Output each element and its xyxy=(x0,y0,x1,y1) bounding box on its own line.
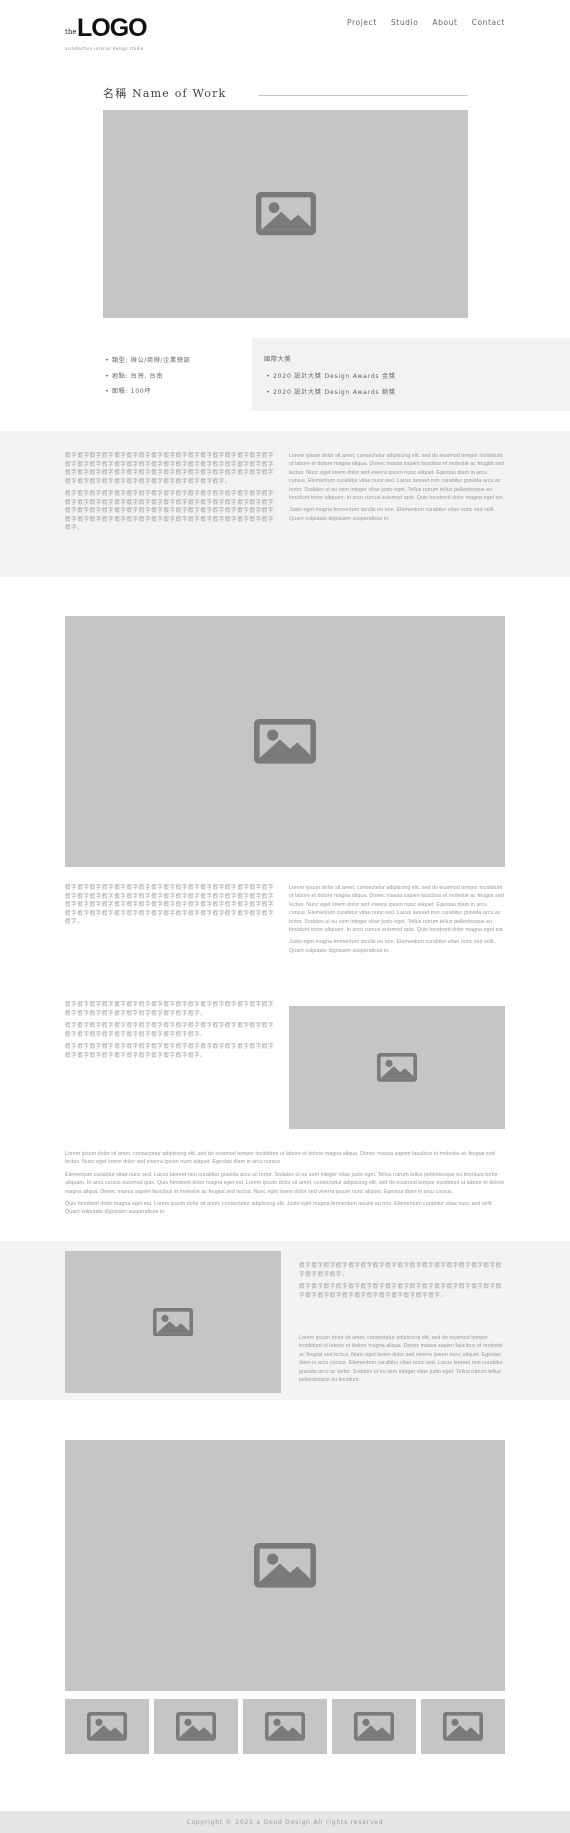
awards-panel: 國際大獎 • 2020 設計大獎 Design Awards 金獎 • 2020… xyxy=(252,338,570,411)
image-icon xyxy=(254,719,316,764)
logo-tagline: architecture interior design studio xyxy=(65,46,144,51)
logo-prefix: the xyxy=(65,28,77,36)
feature-image xyxy=(65,1251,281,1393)
gallery-image-large xyxy=(65,1440,505,1691)
paragraph: 假字假字假字假字假字假字假字假字假字假字假字假字假字假字假字假字假字假字假字假字… xyxy=(65,453,275,485)
image-icon xyxy=(443,1712,483,1741)
hero-image xyxy=(103,110,468,318)
feature-zh-text: 假字假字假字假字假字假字假字假字假字假字假字假字假字假字假字假字假字假字假字假字… xyxy=(299,1262,505,1324)
gallery-thumbnail[interactable] xyxy=(243,1699,327,1754)
intro-en-text: Lorem ipsum dolor sit amet, consectetur … xyxy=(289,452,505,542)
gallery-thumbnail[interactable] xyxy=(332,1699,416,1754)
main-nav: Project Studio About Contact xyxy=(347,18,505,27)
fact-area: • 面積: 100坪 xyxy=(105,388,152,395)
gallery-thumbnail[interactable] xyxy=(65,1699,149,1754)
awards-heading: 國際大獎 xyxy=(264,356,292,363)
paragraph: 假字假字假字假字假字假字假字假字假字假字假字假字假字假字假字假字假字假字假字假字… xyxy=(65,1023,275,1038)
fact-location: • 地點: 台灣, 台南 xyxy=(105,372,163,380)
gallery-thumbnail[interactable] xyxy=(421,1699,505,1754)
gallery-thumbnail[interactable] xyxy=(154,1699,238,1754)
awards-list: • 2020 設計大獎 Design Awards 金獎 • 2020 設計大獎… xyxy=(266,371,396,402)
paragraph: 假字假字假字假字假字假字假字假字假字假字假字假字假字假字假字假字假字假字假字假字… xyxy=(299,1263,502,1278)
section-zh-text: 假字假字假字假字假字假字假字假字假字假字假字假字假字假字假字假字假字假字假字假字… xyxy=(65,884,275,974)
nav-project-link[interactable]: Project xyxy=(347,18,377,27)
nav-contact-link[interactable]: Contact xyxy=(472,18,505,27)
paragraph: Lorem ipsum dolor sit amet, consectetur … xyxy=(289,885,505,934)
image-icon xyxy=(87,1712,127,1741)
paragraph: Elementum curabitur vitae nunc sed. Lacu… xyxy=(65,1171,505,1195)
image-icon xyxy=(254,1543,316,1588)
paragraph: 假字假字假字假字假字假字假字假字假字假字假字假字假字假字假字假字假字假字假字假字… xyxy=(65,885,275,925)
paragraph: Justo eget magna fermentum iaculis eu no… xyxy=(289,939,496,954)
logo-wordmark: LOGO xyxy=(77,14,148,42)
gallery-image-large xyxy=(65,616,505,867)
section-en-text: Lorem ipsum dolor sit amet, consectetur … xyxy=(289,884,505,974)
paragraph: Lorem ipsum dolor sit amet, consectetur … xyxy=(289,453,505,502)
site-footer: Copyright © 2021 a Good Design All right… xyxy=(0,1811,570,1833)
paragraph: Quis hendrerit dolor magna eget est. Lor… xyxy=(65,1201,493,1216)
site-logo[interactable]: the LOGO architecture interior design st… xyxy=(65,14,155,51)
wide-en-text: Lorem ipsum dolor sit amet, consectetur … xyxy=(65,1150,505,1222)
image-icon xyxy=(354,1712,394,1741)
award-item: • 2020 設計大獎 Design Awards 金獎 xyxy=(266,373,396,380)
nav-studio-link[interactable]: Studio xyxy=(391,18,419,27)
paragraph: Justo eget magna fermentum iaculis eu no… xyxy=(289,507,496,522)
paragraph: 假字假字假字假字假字假字假字假字假字假字假字假字假字假字假字假字假字假字假字假字… xyxy=(65,1044,275,1059)
project-facts: • 類型: 辦公/商辦/企業總部 • 地點: 台灣, 台南 • 面積: 100坪 xyxy=(105,355,190,402)
paragraph: Lorem ipsum dolor sit amet, consectetur … xyxy=(65,1151,495,1166)
copyright-text: Copyright © 2021 a Good Design All right… xyxy=(186,1818,384,1826)
image-icon xyxy=(255,192,316,236)
side-image xyxy=(289,1006,505,1129)
paragraph: 假字假字假字假字假字假字假字假字假字假字假字假字假字假字假字假字假字假字假字假字… xyxy=(299,1284,502,1299)
intro-zh-text: 假字假字假字假字假字假字假字假字假字假字假字假字假字假字假字假字假字假字假字假字… xyxy=(65,452,275,546)
image-icon xyxy=(265,1712,305,1741)
title-divider xyxy=(258,95,468,96)
image-icon xyxy=(377,1053,417,1082)
fact-type: • 類型: 辦公/商辦/企業總部 xyxy=(105,357,191,364)
image-icon xyxy=(176,1712,216,1741)
image-icon xyxy=(153,1307,193,1337)
nav-about-link[interactable]: About xyxy=(432,18,457,27)
paragraph: 假字假字假字假字假字假字假字假字假字假字假字假字假字假字假字假字假字假字假字假字… xyxy=(65,1002,275,1017)
feature-en-text: Lorem ipsum dolor sit amet, consectetur … xyxy=(299,1334,505,1394)
side-zh-text: 假字假字假字假字假字假字假字假字假字假字假字假字假字假字假字假字假字假字假字假字… xyxy=(65,1001,275,1111)
work-title: 名稱 Name of Work xyxy=(103,87,227,100)
paragraph: 假字假字假字假字假字假字假字假字假字假字假字假字假字假字假字假字假字假字假字假字… xyxy=(65,491,275,531)
award-item: • 2020 設計大獎 Design Awards 銅獎 xyxy=(266,388,396,396)
paragraph: Lorem ipsum dolor sit amet, consectetur … xyxy=(299,1335,504,1384)
